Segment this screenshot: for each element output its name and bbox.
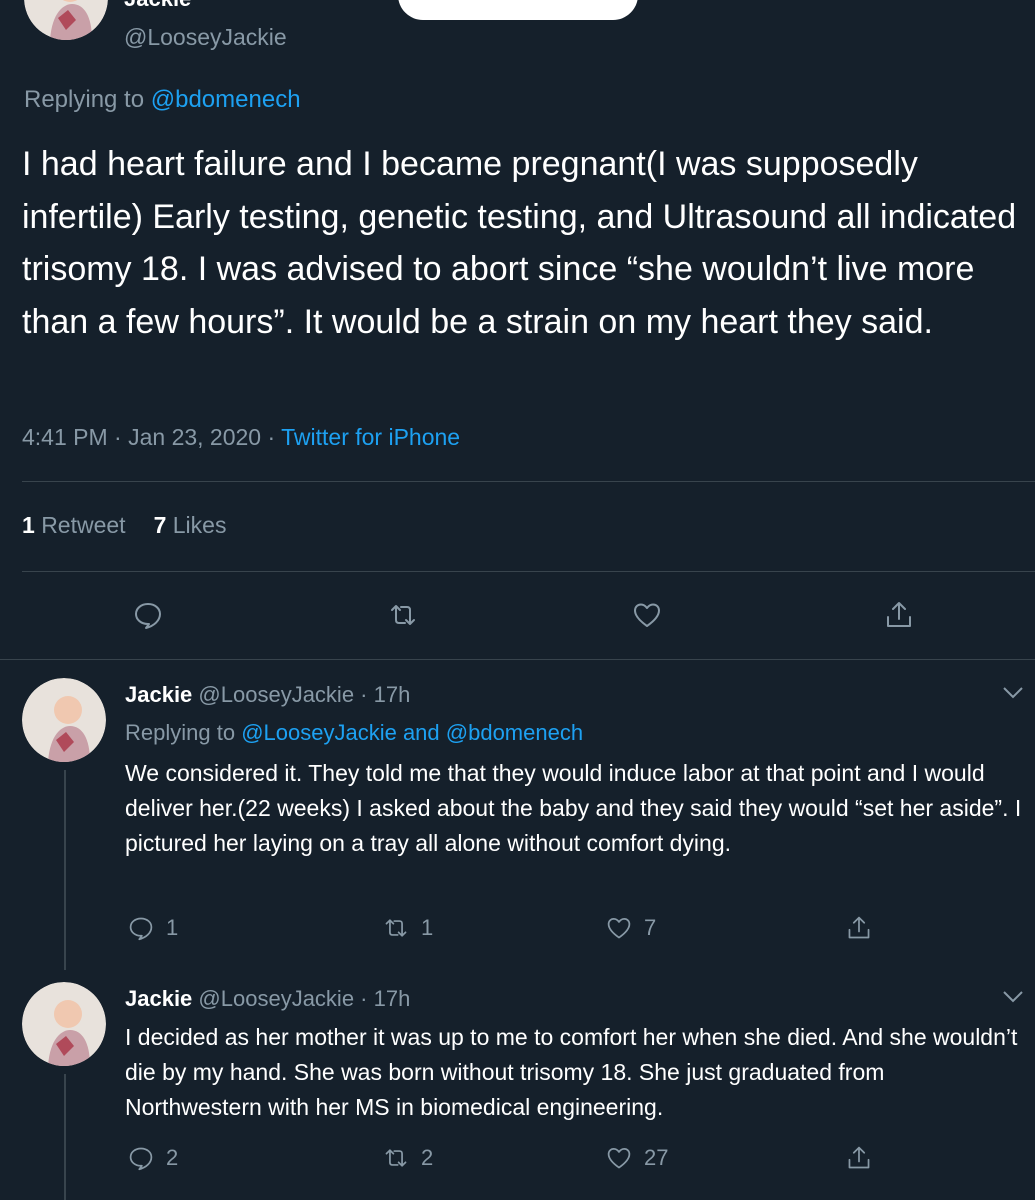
retweet-button[interactable]: 1 (383, 915, 433, 941)
reply-author-name[interactable]: Jackie (125, 682, 192, 707)
divider (0, 659, 1035, 660)
reply-count: 1 (166, 915, 179, 940)
retweet-icon (385, 1149, 407, 1167)
author-name[interactable]: Jackie (124, 0, 191, 12)
tweet-stats: 1 Retweet 7 Likes (22, 512, 226, 539)
share-icon (848, 916, 870, 939)
retweet-button[interactable]: 2 (383, 1145, 433, 1171)
share-icon (848, 1146, 870, 1169)
thread-line (64, 1074, 66, 1200)
retweet-stat[interactable]: 1 Retweet (22, 512, 126, 538)
divider (22, 571, 1035, 572)
retweet-icon (385, 919, 407, 937)
share-button[interactable] (846, 915, 872, 941)
share-button[interactable] (846, 1145, 872, 1171)
retweet-count: 1 (421, 915, 434, 940)
reply-text: I decided as her mother it was up to me … (125, 1024, 1018, 1120)
tweet-timestamp[interactable]: 4:41 PM · Jan 23, 2020 · (22, 424, 281, 450)
retweet-stat-label: Retweet (41, 512, 126, 538)
author-handle[interactable]: @LooseyJackie (124, 24, 287, 51)
like-button[interactable]: 7 (606, 915, 656, 941)
retweet-icon (391, 605, 415, 625)
reply-icon (129, 1147, 153, 1171)
retweet-button[interactable] (388, 600, 418, 630)
divider (22, 481, 1035, 482)
avatar[interactable] (22, 982, 106, 1066)
replying-to-link[interactable]: @LooseyJackie and @bdomenech (241, 720, 583, 745)
likes-stat[interactable]: 7 Likes (154, 512, 227, 538)
top-overlay-pill (398, 0, 638, 20)
like-count: 27 (644, 1145, 669, 1170)
reply-author-name[interactable]: Jackie (125, 986, 192, 1011)
replying-prefix: Replying to (24, 86, 145, 113)
replying-to-line: Replying to @bdomenech (24, 86, 301, 114)
share-icon (887, 602, 911, 627)
more-options-button[interactable] (1002, 990, 1024, 1004)
like-icon (634, 603, 660, 627)
replying-to-line: Replying to @LooseyJackie and @bdomenech (125, 720, 583, 746)
like-icon (607, 1148, 631, 1169)
tweet-source[interactable]: Twitter for iPhone (281, 424, 460, 450)
like-count: 7 (153, 512, 167, 538)
retweet-count: 1 (22, 512, 35, 538)
share-button[interactable] (884, 600, 914, 630)
avatar[interactable] (22, 678, 106, 762)
reply-button[interactable]: 1 (128, 915, 178, 941)
likes-stat-label: Likes (172, 512, 227, 538)
reply-handle-time[interactable]: @LooseyJackie · 17h (198, 986, 410, 1011)
reply-button[interactable]: 2 (128, 1145, 178, 1171)
reply-icon (129, 917, 153, 941)
like-icon (607, 918, 631, 939)
thread-line (64, 770, 66, 970)
like-button[interactable] (632, 600, 662, 630)
tweet-meta: 4:41 PM · Jan 23, 2020 · Twitter for iPh… (22, 424, 460, 451)
more-options-button[interactable] (1002, 686, 1024, 700)
avatar[interactable] (24, 0, 108, 40)
reply-text: We considered it. They told me that they… (125, 760, 1022, 856)
replying-prefix: Replying to (125, 720, 236, 745)
tweet-text: I had heart failure and I became pregnan… (22, 145, 1017, 341)
reply-count: 2 (166, 1145, 179, 1170)
chevron-down-icon (1003, 687, 1023, 699)
like-button[interactable]: 27 (606, 1145, 668, 1171)
chevron-down-icon (1003, 991, 1023, 1003)
reply-button[interactable] (133, 600, 163, 630)
retweet-count: 2 (421, 1145, 434, 1170)
like-count: 7 (644, 915, 657, 940)
reply-handle-time[interactable]: @LooseyJackie · 17h (198, 682, 410, 707)
reply-icon (135, 603, 161, 629)
reply-header: Jackie @LooseyJackie · 17h (125, 986, 410, 1012)
replying-to-link[interactable]: @bdomenech (151, 86, 301, 113)
reply-header: Jackie @LooseyJackie · 17h (125, 682, 410, 708)
